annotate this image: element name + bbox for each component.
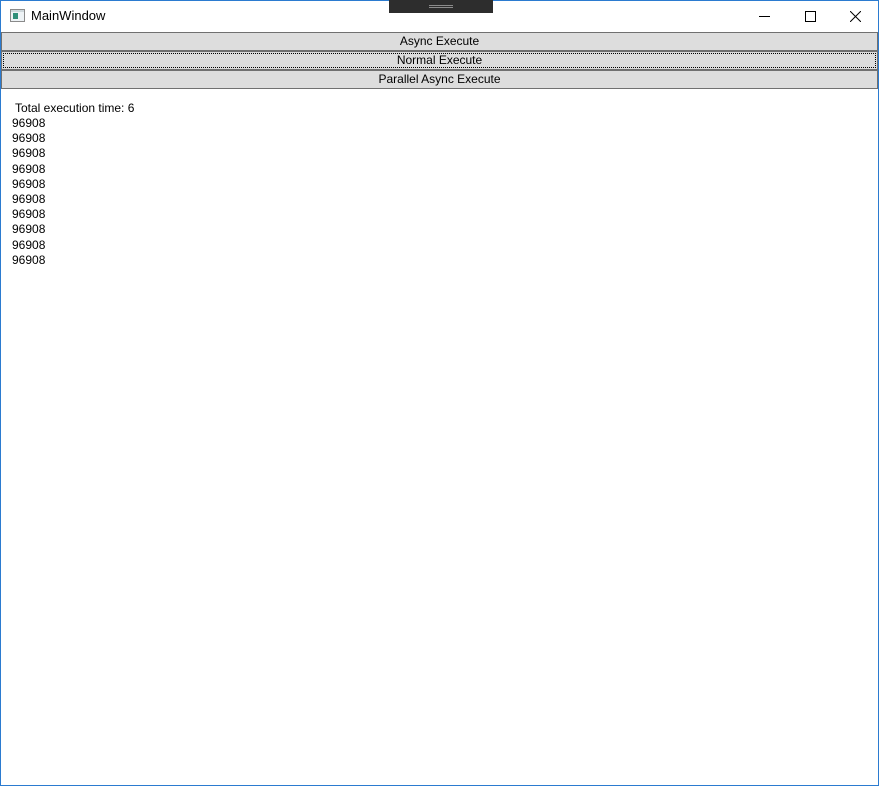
result-item: 96908 [12, 146, 46, 161]
drag-handle[interactable] [389, 0, 493, 13]
minimize-button[interactable] [741, 1, 787, 31]
result-item: 96908 [12, 176, 46, 191]
grip-icon [429, 5, 453, 8]
parallel-async-execute-button[interactable]: Parallel Async Execute [1, 70, 878, 89]
normal-execute-button[interactable]: Normal Execute [1, 51, 878, 70]
close-icon [850, 11, 861, 22]
minimize-icon [759, 16, 770, 17]
result-item: 96908 [12, 252, 46, 267]
result-item: 96908 [12, 237, 46, 252]
result-item: 96908 [12, 116, 46, 130]
window-content: Async Execute Normal Execute Parallel As… [1, 31, 878, 785]
results-list: 96908 96908 96908 96908 96908 96908 9690… [12, 116, 45, 268]
result-item: 96908 [12, 161, 46, 176]
app-window-icon [10, 9, 25, 22]
result-item: 96908 [12, 131, 46, 146]
async-execute-button[interactable]: Async Execute [1, 32, 878, 51]
normal-execute-label: Normal Execute [396, 53, 483, 67]
result-item: 96908 [12, 191, 46, 206]
maximize-button[interactable] [787, 1, 833, 31]
close-button[interactable] [832, 1, 878, 31]
result-item: 96908 [12, 222, 46, 237]
maximize-icon [805, 11, 816, 22]
window-title: MainWindow [31, 8, 106, 23]
total-execution-time: Total execution time: 6 [15, 101, 135, 115]
main-window: MainWindow Async Execute Normal Execute [0, 0, 879, 786]
result-item: 96908 [12, 207, 46, 222]
title-bar[interactable]: MainWindow [1, 0, 878, 31]
